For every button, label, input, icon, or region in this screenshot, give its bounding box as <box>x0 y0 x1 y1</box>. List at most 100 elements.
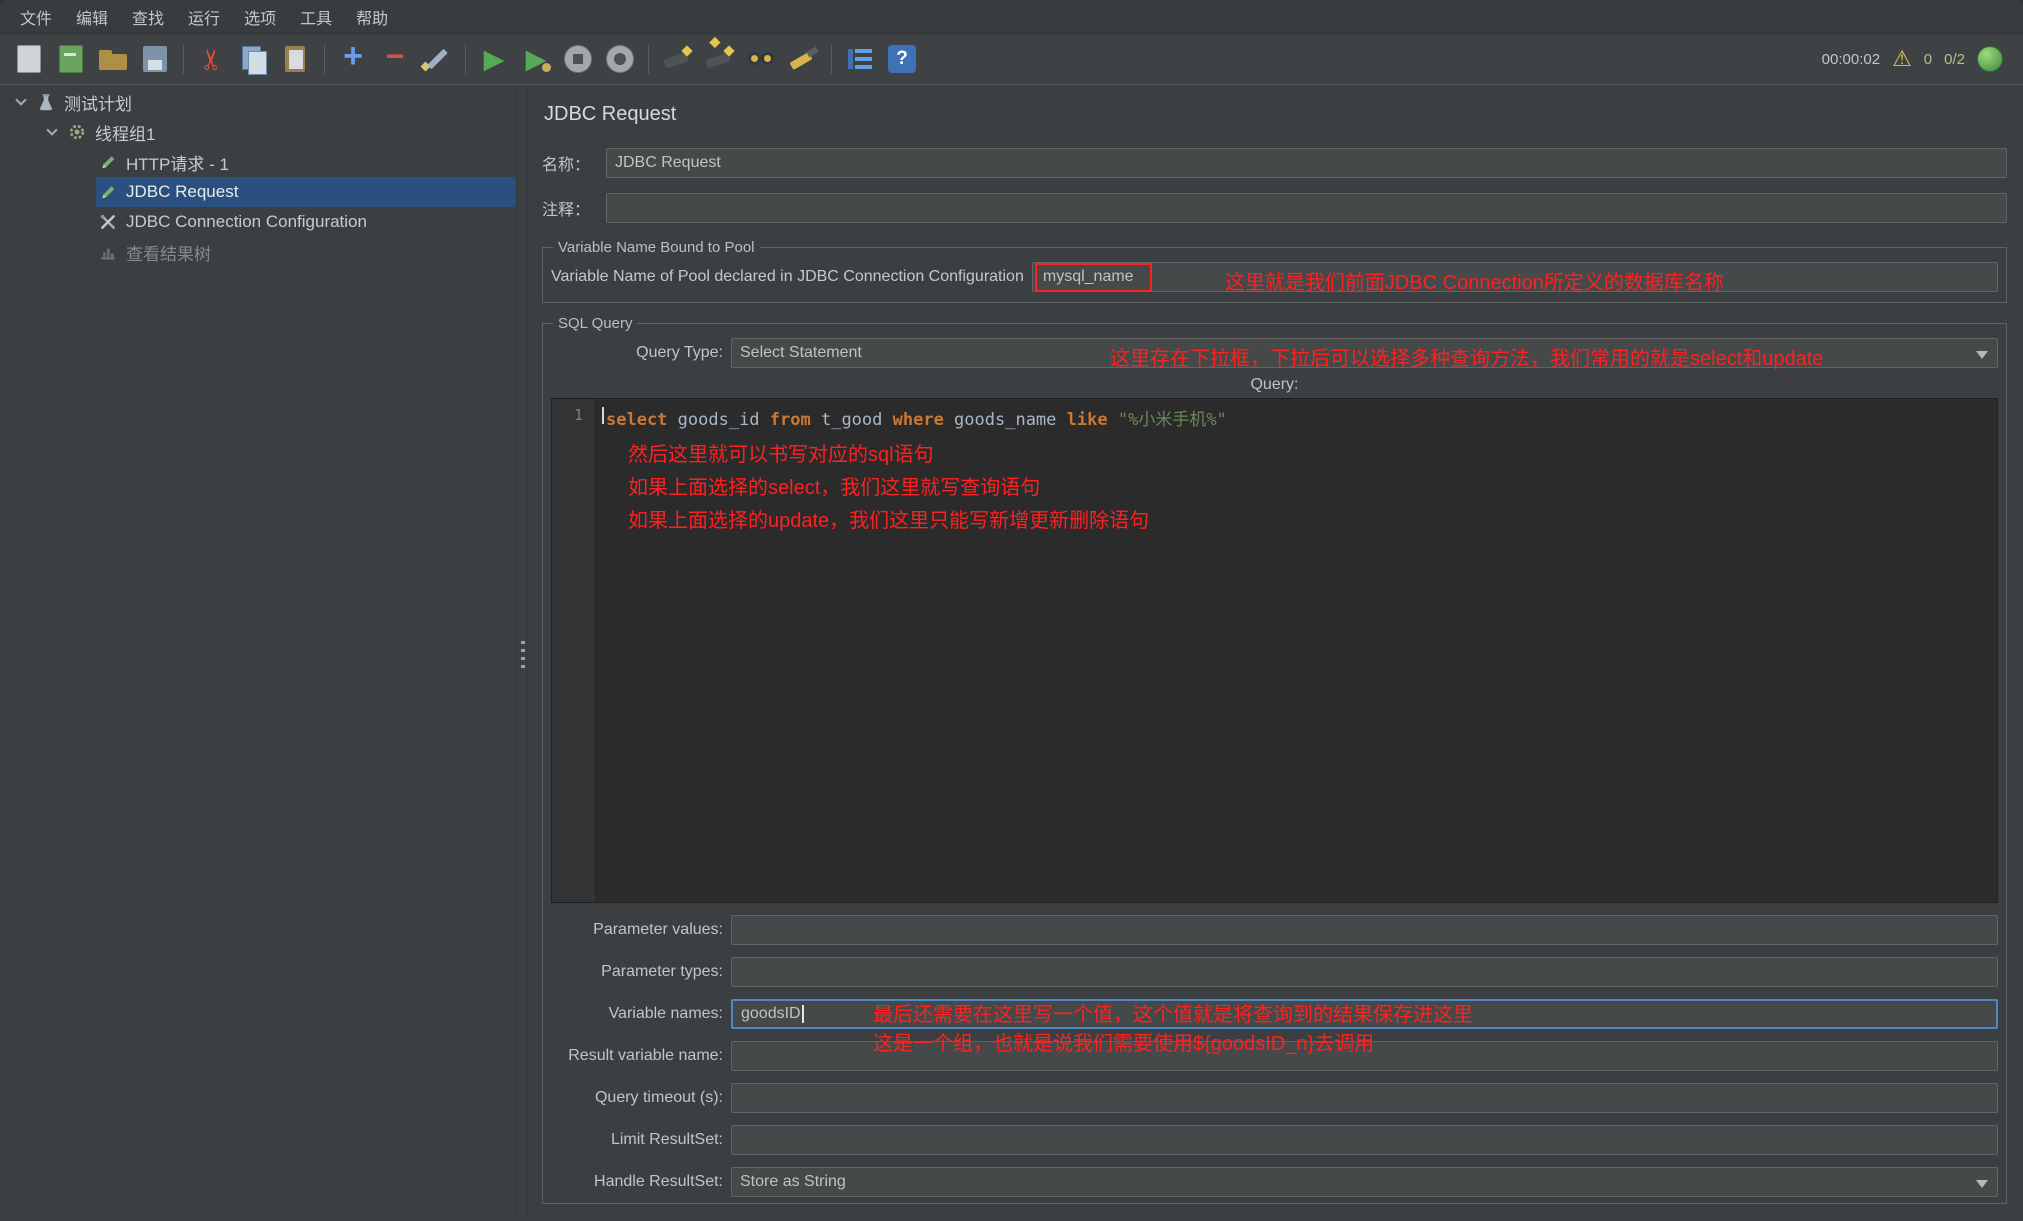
shutdown-icon <box>602 41 638 77</box>
plus-icon <box>335 41 371 77</box>
name-row: 名称： JDBC Request <box>542 148 2007 178</box>
search-reset-button[interactable] <box>782 38 824 80</box>
sampler-pencil-icon <box>98 182 118 202</box>
chevron-down-icon <box>1976 351 1988 365</box>
clear-button[interactable] <box>656 38 698 80</box>
new-file-icon <box>11 41 47 77</box>
tree-item-thread-group[interactable]: 线程组1 <box>0 117 516 147</box>
stop-button[interactable] <box>557 38 599 80</box>
line-number: 1 <box>574 406 583 424</box>
sql-token: where <box>893 410 944 430</box>
pool-row: Variable Name of Pool declared in JDBC C… <box>551 262 1998 292</box>
collapse-all-button[interactable] <box>374 38 416 80</box>
parameter-types-row: Parameter types: <box>551 957 1998 987</box>
annotation-line: 然后这里就可以书写对应的sql语句 <box>628 439 1149 472</box>
search-button[interactable] <box>740 38 782 80</box>
search-icon <box>743 41 779 77</box>
tree-item-jdbc-request[interactable]: JDBC Request <box>0 177 516 207</box>
help-button[interactable] <box>881 38 923 80</box>
new-file-button[interactable] <box>8 38 50 80</box>
tree-expand-arrow[interactable] <box>8 100 34 104</box>
splitter-grip-icon[interactable] <box>521 641 525 671</box>
sql-token: goods_id <box>667 410 769 430</box>
main-panel: JDBC Request 名称： JDBC Request 注释： Variab… <box>528 85 2023 1220</box>
parameter-values-input[interactable] <box>731 915 1998 945</box>
start-no-pauses-button[interactable] <box>515 38 557 80</box>
toolbar-separator <box>465 44 466 74</box>
annotation-line: 这是一个组，也就是说我们需要使用${goodsID_n}去调用 <box>873 1030 1473 1059</box>
tree-item-http-request[interactable]: HTTP请求 - 1 <box>0 147 516 177</box>
menu-options[interactable]: 选项 <box>232 0 288 34</box>
tree-item-view-results-tree[interactable]: 查看结果树 <box>0 237 516 267</box>
parameter-types-input[interactable] <box>731 957 1998 987</box>
menu-search[interactable]: 查找 <box>120 0 176 34</box>
gear-icon <box>67 122 87 142</box>
sql-token: from <box>770 410 811 430</box>
sampler-pencil-icon <box>98 152 118 172</box>
menu-run[interactable]: 运行 <box>176 0 232 34</box>
limit-resultset-input[interactable] <box>731 1125 1998 1155</box>
handle-resultset-value: Store as String <box>740 1173 846 1191</box>
paste-button[interactable] <box>275 38 317 80</box>
open-button[interactable] <box>92 38 134 80</box>
sql-token <box>1108 410 1118 430</box>
menu-tools[interactable]: 工具 <box>288 0 344 34</box>
cut-button[interactable] <box>191 38 233 80</box>
pool-variable-input[interactable]: mysql_name 这里就是我们前面JDBC Connection所定义的数据… <box>1032 262 1998 292</box>
menu-file[interactable]: 文件 <box>8 0 64 34</box>
limit-resultset-row: Limit ResultSet: <box>551 1125 1998 1155</box>
sql-editor[interactable]: 1 select goods_id from t_good where good… <box>551 398 1998 903</box>
panel-splitter[interactable] <box>516 85 528 1220</box>
threads-indicator-icon <box>1977 46 2003 72</box>
warning-triangle-icon[interactable] <box>1892 48 1912 70</box>
content-area: 测试计划线程组1HTTP请求 - 1JDBC RequestJDBC Conne… <box>0 85 2023 1220</box>
pool-variable-label: Variable Name of Pool declared in JDBC C… <box>551 268 1024 286</box>
handle-resultset-select[interactable]: Store as String <box>731 1167 1998 1197</box>
clear-icon <box>659 41 695 77</box>
query-timeout-row: Query timeout (s): <box>551 1083 1998 1113</box>
search-reset-icon <box>785 41 821 77</box>
clear-all-button[interactable] <box>698 38 740 80</box>
save-button[interactable] <box>134 38 176 80</box>
templates-icon <box>53 41 89 77</box>
tree-item-label: 线程组1 <box>95 120 155 145</box>
annotation-pool-note: 这里就是我们前面JDBC Connection所定义的数据库名称 <box>1225 266 1724 295</box>
sql-token: t_good <box>811 410 893 430</box>
function-helper-button[interactable] <box>839 38 881 80</box>
toolbar-buttons <box>8 38 923 80</box>
variable-names-input[interactable]: goodsID最后还需要在这里写一个值，这个值就是将查询到的结果保存进这里这是一… <box>731 999 1998 1029</box>
query-type-select[interactable]: Select Statement 这里存在下拉框，下拉后可以选择多种查询方法，我… <box>731 338 1998 368</box>
sql-group-title: SQL Query <box>553 315 637 332</box>
stop-icon <box>560 41 596 77</box>
templates-button[interactable] <box>50 38 92 80</box>
pencil-icon <box>419 41 455 77</box>
tree-expand-arrow[interactable] <box>39 130 65 134</box>
toolbar-separator <box>648 44 649 74</box>
toggle-button[interactable] <box>416 38 458 80</box>
play-icon <box>476 41 512 77</box>
query-timeout-input[interactable] <box>731 1083 1998 1113</box>
test-plan-icon <box>36 92 56 112</box>
expand-all-button[interactable] <box>332 38 374 80</box>
editor-gutter: 1 <box>552 399 594 902</box>
query-type-label: Query Type: <box>551 344 723 362</box>
sql-token: goods_name <box>944 410 1067 430</box>
save-icon <box>137 41 173 77</box>
toolbar: 00:00:02 0 0/2 <box>0 34 2023 85</box>
start-button[interactable] <box>473 38 515 80</box>
comments-input[interactable] <box>606 193 2007 223</box>
menu-edit[interactable]: 编辑 <box>64 0 120 34</box>
shutdown-button[interactable] <box>599 38 641 80</box>
query-type-value: Select Statement <box>740 344 862 362</box>
elapsed-time: 00:00:02 <box>1822 51 1880 68</box>
tree-item-test-plan[interactable]: 测试计划 <box>0 87 516 117</box>
parameter-values-row: Parameter values: <box>551 915 1998 945</box>
text-caret <box>602 407 604 424</box>
menu-help[interactable]: 帮助 <box>344 0 400 34</box>
toolbar-status: 00:00:02 0 0/2 <box>1822 46 2015 72</box>
name-input[interactable]: JDBC Request <box>606 148 2007 178</box>
tree-item-jdbc-connection-config[interactable]: JDBC Connection Configuration <box>0 207 516 237</box>
copy-button[interactable] <box>233 38 275 80</box>
annotation-variable-names: 最后还需要在这里写一个值，这个值就是将查询到的结果保存进这里这是一个组，也就是说… <box>873 1001 1473 1059</box>
minus-icon <box>377 41 413 77</box>
